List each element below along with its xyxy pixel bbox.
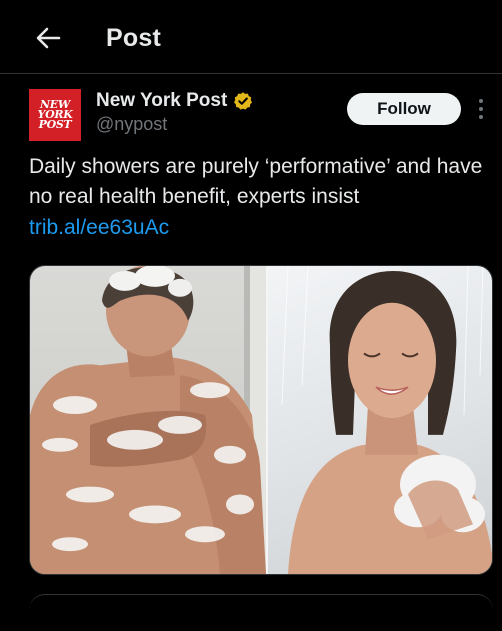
woman-illustration <box>281 266 492 574</box>
post-media[interactable] <box>29 265 493 575</box>
avatar-line-3: POST <box>38 118 72 131</box>
post-link[interactable]: trib.al/ee63uAc <box>29 213 169 243</box>
man-showering-photo[interactable] <box>30 266 266 574</box>
post-screen: Post NEW YORK POST New York Post @nypost… <box>0 0 502 631</box>
woman-showering-photo[interactable] <box>266 266 492 574</box>
page-title: Post <box>106 24 161 52</box>
verified-badge-icon[interactable] <box>233 91 253 111</box>
dot <box>479 99 483 103</box>
dot <box>479 107 483 111</box>
next-card-edge <box>29 594 493 631</box>
back-button[interactable] <box>30 22 66 54</box>
dot <box>479 115 483 119</box>
avatar[interactable]: NEW YORK POST <box>29 89 81 141</box>
author-name[interactable]: New York Post <box>96 90 227 112</box>
top-bar: Post <box>0 0 502 74</box>
author-name-row: New York Post <box>96 90 253 112</box>
follow-button[interactable]: Follow <box>347 93 461 125</box>
more-options-icon[interactable] <box>474 96 488 122</box>
post-text: Daily showers are purely ‘performative’ … <box>29 155 483 208</box>
arrow-left-icon <box>36 27 61 49</box>
author-handle[interactable]: @nypost <box>96 114 167 135</box>
man-illustration <box>30 266 266 574</box>
